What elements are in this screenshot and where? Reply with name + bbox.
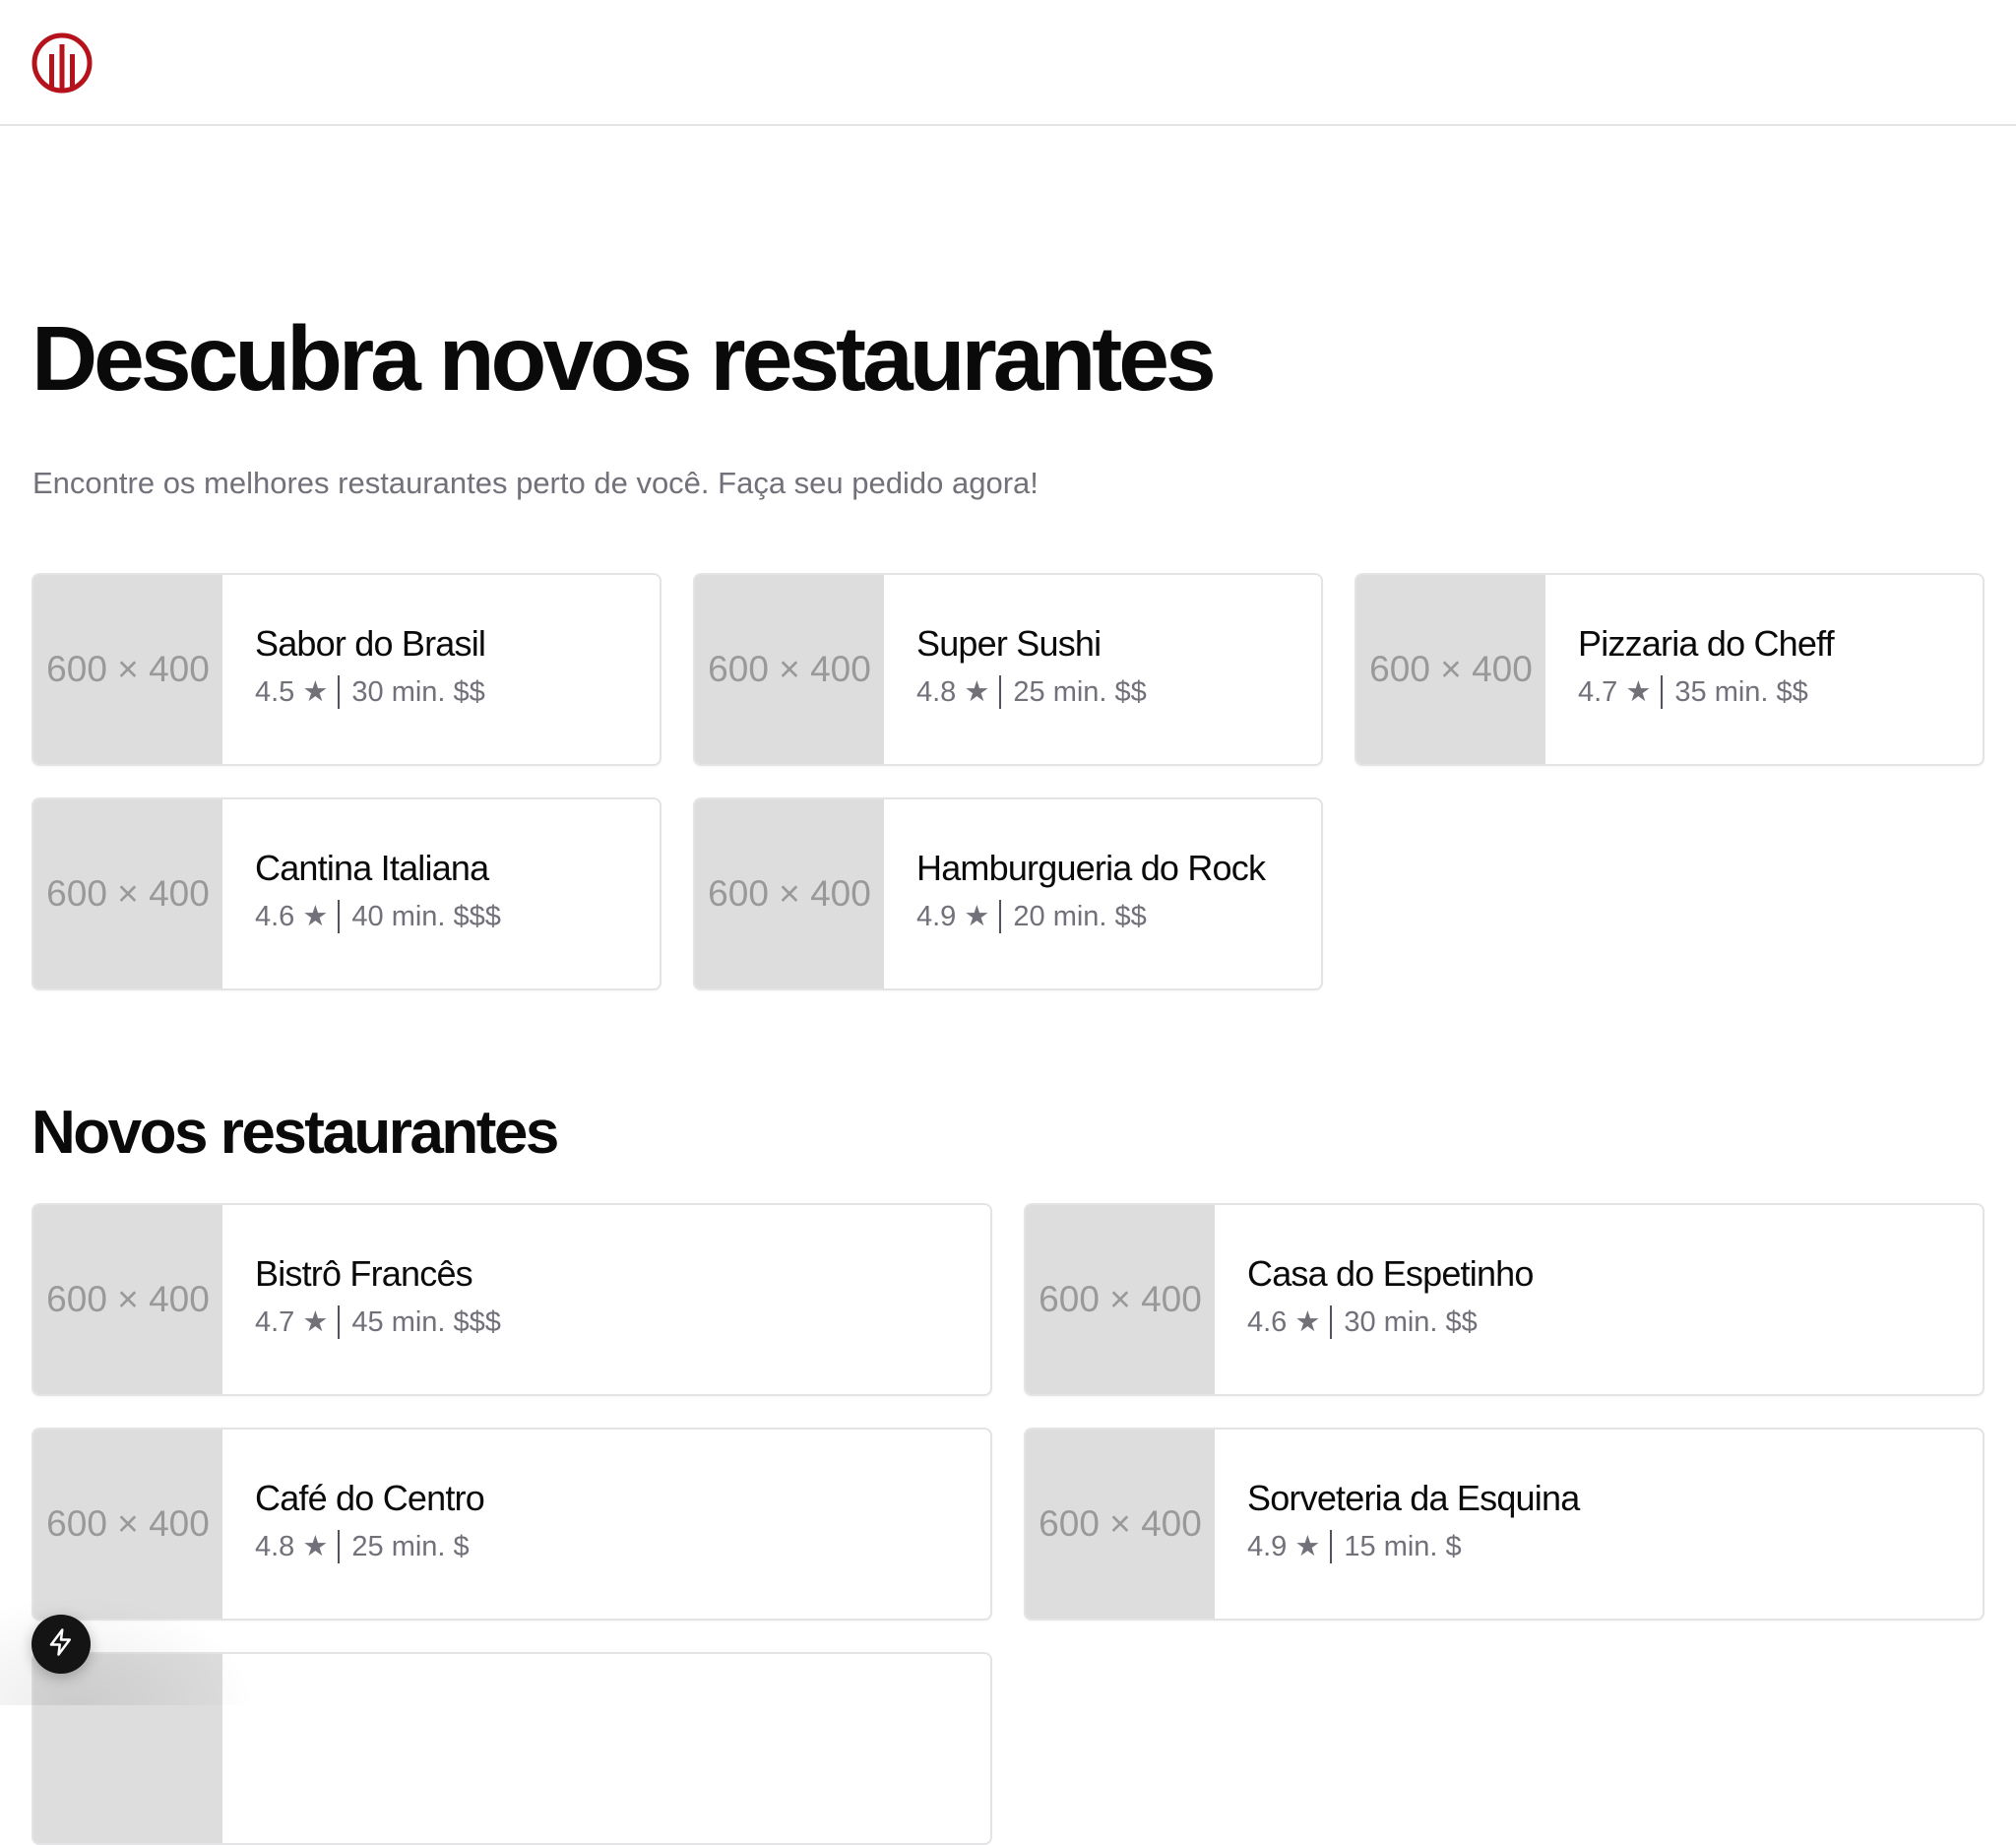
card-body: Café do Centro 4.8 ★ 25 min. $ bbox=[222, 1430, 485, 1619]
restaurant-meta: 4.7 ★ 35 min. $$ bbox=[1578, 675, 1834, 709]
restaurant-name: Super Sushi bbox=[916, 623, 1102, 664]
restaurant-rating: 4.6 ★ bbox=[1247, 1305, 1321, 1338]
restaurant-card-partial[interactable] bbox=[32, 1652, 992, 1845]
restaurant-image-placeholder bbox=[33, 1654, 222, 1843]
restaurant-rating: 4.8 ★ bbox=[916, 675, 990, 708]
restaurant-name: Hamburgueria do Rock bbox=[916, 848, 1266, 888]
meta-divider bbox=[338, 1530, 341, 1563]
restaurant-meta: 4.6 ★ 40 min. $$$ bbox=[255, 900, 501, 933]
meta-divider bbox=[1661, 675, 1664, 709]
lightning-bolt-button[interactable] bbox=[32, 1615, 91, 1674]
restaurant-card[interactable]: 600 × 400 Cantina Italiana 4.6 ★ 40 min.… bbox=[32, 797, 662, 990]
restaurant-card[interactable]: 600 × 400 Bistrô Francês 4.7 ★ 45 min. $… bbox=[32, 1203, 992, 1396]
restaurant-name: Sabor do Brasil bbox=[255, 623, 486, 664]
restaurant-rating: 4.9 ★ bbox=[916, 900, 990, 932]
restaurant-image-placeholder: 600 × 400 bbox=[695, 799, 884, 988]
restaurant-meta: 4.6 ★ 30 min. $$ bbox=[1247, 1305, 1534, 1339]
top-header bbox=[0, 0, 2016, 126]
featured-restaurants-grid: 600 × 400 Sabor do Brasil 4.5 ★ 30 min. … bbox=[32, 573, 1984, 990]
restaurant-image-placeholder: 600 × 400 bbox=[33, 799, 222, 988]
restaurant-image-placeholder: 600 × 400 bbox=[1356, 575, 1545, 764]
page-subtitle: Encontre os melhores restaurantes perto … bbox=[32, 466, 1039, 500]
restaurant-meta: 4.9 ★ 20 min. $$ bbox=[916, 900, 1265, 933]
restaurant-image-placeholder: 600 × 400 bbox=[1026, 1430, 1215, 1619]
section-title-new-restaurants: Novos restaurantes bbox=[32, 1099, 559, 1167]
restaurant-meta: 4.9 ★ 15 min. $ bbox=[1247, 1530, 1579, 1563]
restaurant-details: 20 min. $$ bbox=[1013, 900, 1147, 932]
restaurant-name: Sorveteria da Esquina bbox=[1247, 1478, 1580, 1518]
restaurant-name: Cantina Italiana bbox=[255, 848, 489, 888]
restaurant-details: 25 min. $ bbox=[351, 1530, 470, 1562]
restaurant-meta: 4.8 ★ 25 min. $$ bbox=[916, 675, 1147, 709]
meta-divider bbox=[338, 900, 341, 933]
restaurant-image-placeholder: 600 × 400 bbox=[33, 1430, 222, 1619]
restaurant-details: 30 min. $$ bbox=[1344, 1305, 1478, 1338]
meta-divider bbox=[999, 675, 1002, 709]
card-body: Pizzaria do Cheff 4.7 ★ 35 min. $$ bbox=[1545, 575, 1835, 764]
restaurant-logo-icon[interactable] bbox=[31, 32, 94, 95]
card-body: Super Sushi 4.8 ★ 25 min. $$ bbox=[884, 575, 1147, 764]
restaurant-card[interactable]: 600 × 400 Pizzaria do Cheff 4.7 ★ 35 min… bbox=[1354, 573, 1984, 766]
meta-divider bbox=[1330, 1305, 1333, 1339]
new-restaurants-grid: 600 × 400 Bistrô Francês 4.7 ★ 45 min. $… bbox=[32, 1203, 1984, 1621]
restaurant-details: 40 min. $$$ bbox=[351, 900, 501, 932]
card-body: Casa do Espetinho 4.6 ★ 30 min. $$ bbox=[1215, 1205, 1534, 1394]
card-body: Sorveteria da Esquina 4.9 ★ 15 min. $ bbox=[1215, 1430, 1580, 1619]
restaurant-image-placeholder: 600 × 400 bbox=[33, 575, 222, 764]
restaurant-name: Casa do Espetinho bbox=[1247, 1253, 1534, 1294]
restaurant-card[interactable]: 600 × 400 Café do Centro 4.8 ★ 25 min. $ bbox=[32, 1428, 992, 1621]
restaurant-details: 15 min. $ bbox=[1344, 1530, 1462, 1562]
restaurant-rating: 4.9 ★ bbox=[1247, 1530, 1321, 1562]
restaurant-card[interactable]: 600 × 400 Hamburgueria do Rock 4.9 ★ 20 … bbox=[693, 797, 1323, 990]
card-body: Sabor do Brasil 4.5 ★ 30 min. $$ bbox=[222, 575, 486, 764]
restaurant-name: Bistrô Francês bbox=[255, 1253, 473, 1294]
restaurant-card[interactable]: 600 × 400 Sorveteria da Esquina 4.9 ★ 15… bbox=[1024, 1428, 1984, 1621]
meta-divider bbox=[338, 675, 341, 709]
restaurant-image-placeholder: 600 × 400 bbox=[695, 575, 884, 764]
restaurant-name: Café do Centro bbox=[255, 1478, 485, 1518]
card-body: Cantina Italiana 4.6 ★ 40 min. $$$ bbox=[222, 799, 501, 988]
restaurant-rating: 4.8 ★ bbox=[255, 1530, 329, 1562]
restaurant-image-placeholder: 600 × 400 bbox=[33, 1205, 222, 1394]
card-body: Bistrô Francês 4.7 ★ 45 min. $$$ bbox=[222, 1205, 501, 1394]
restaurant-details: 45 min. $$$ bbox=[351, 1305, 501, 1338]
restaurant-details: 30 min. $$ bbox=[351, 675, 485, 708]
meta-divider bbox=[999, 900, 1002, 933]
card-body: Hamburgueria do Rock 4.9 ★ 20 min. $$ bbox=[884, 799, 1266, 988]
restaurant-card[interactable]: 600 × 400 Casa do Espetinho 4.6 ★ 30 min… bbox=[1024, 1203, 1984, 1396]
restaurant-details: 25 min. $$ bbox=[1013, 675, 1147, 708]
meta-divider bbox=[338, 1305, 341, 1339]
restaurant-meta: 4.8 ★ 25 min. $ bbox=[255, 1530, 484, 1563]
restaurant-image-placeholder: 600 × 400 bbox=[1026, 1205, 1215, 1394]
restaurant-rating: 4.5 ★ bbox=[255, 675, 329, 708]
restaurant-meta: 4.7 ★ 45 min. $$$ bbox=[255, 1305, 501, 1339]
restaurant-name: Pizzaria do Cheff bbox=[1578, 623, 1835, 664]
restaurant-details: 35 min. $$ bbox=[1674, 675, 1808, 708]
restaurant-rating: 4.6 ★ bbox=[255, 900, 329, 932]
restaurant-card[interactable]: 600 × 400 Super Sushi 4.8 ★ 25 min. $$ bbox=[693, 573, 1323, 766]
restaurant-card[interactable]: 600 × 400 Sabor do Brasil 4.5 ★ 30 min. … bbox=[32, 573, 662, 766]
restaurant-rating: 4.7 ★ bbox=[1578, 675, 1652, 708]
restaurant-meta: 4.5 ★ 30 min. $$ bbox=[255, 675, 485, 709]
meta-divider bbox=[1330, 1530, 1333, 1563]
lightning-bolt-icon bbox=[46, 1627, 76, 1662]
page-title: Descubra novos restaurantes bbox=[32, 307, 1217, 410]
restaurant-rating: 4.7 ★ bbox=[255, 1305, 329, 1338]
